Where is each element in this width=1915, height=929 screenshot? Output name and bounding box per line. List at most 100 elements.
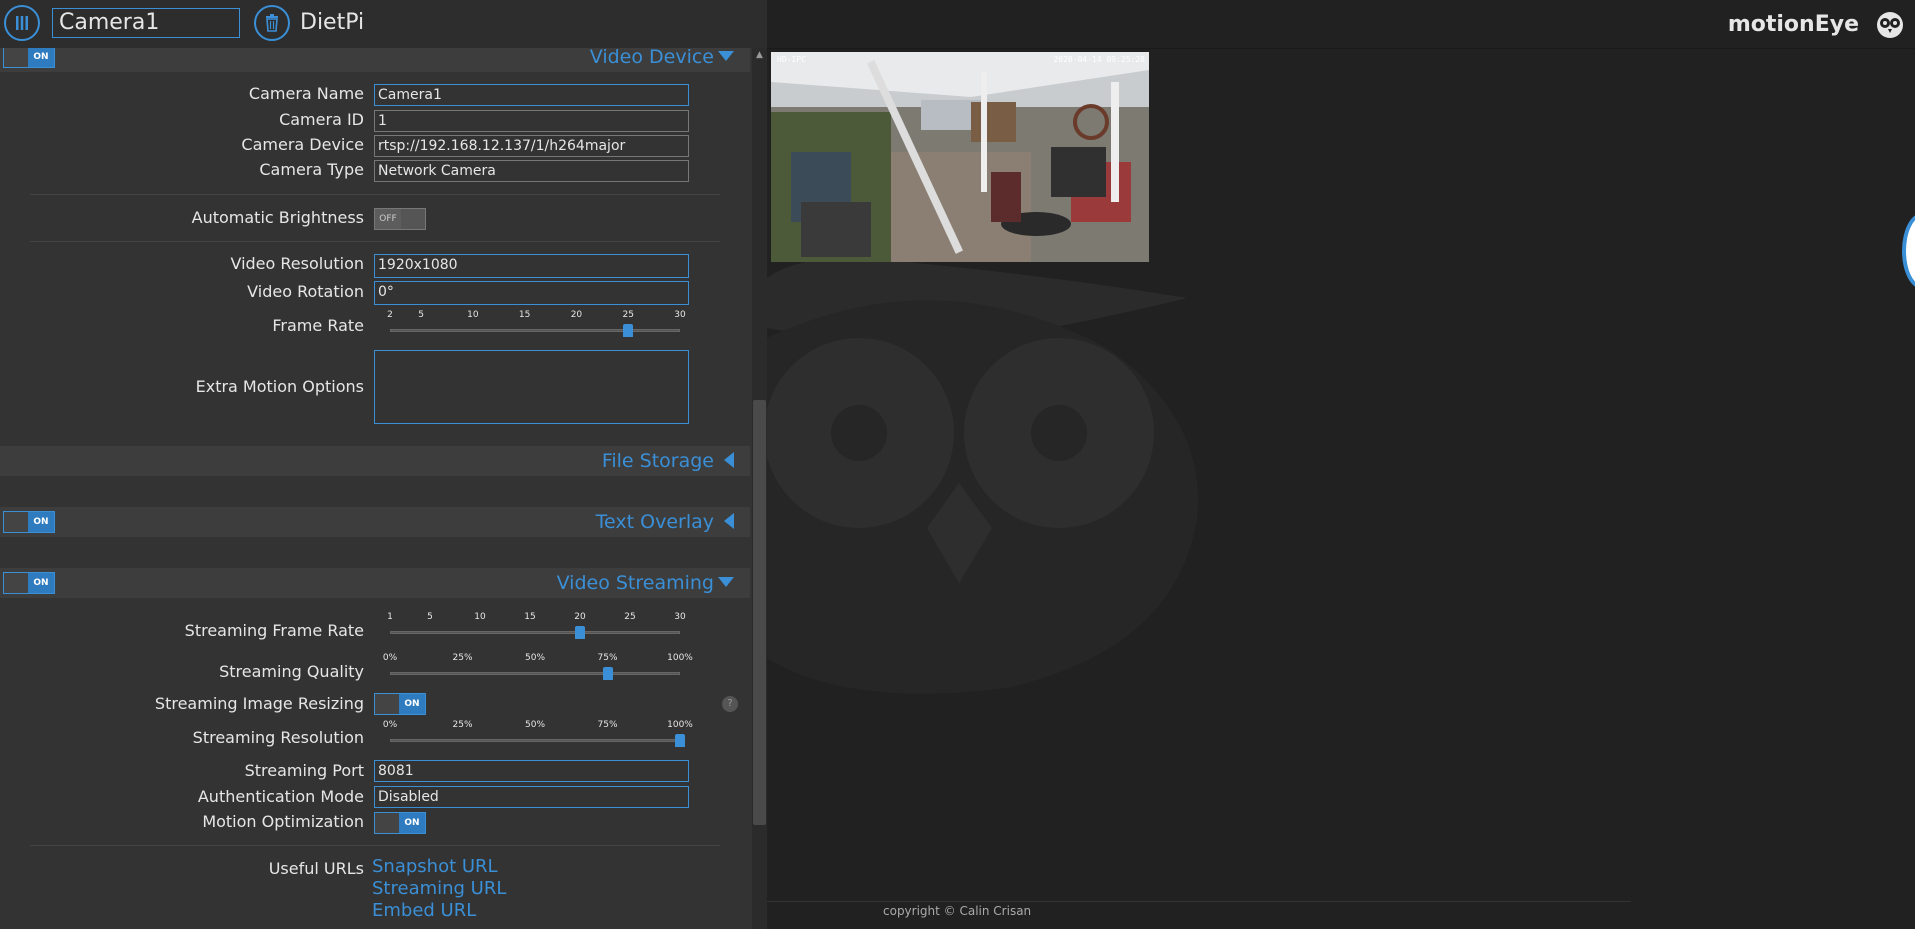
toggle-off-label: OFF <box>375 209 401 229</box>
slider-tick-label: 50% <box>524 653 546 663</box>
camera-device-field: rtsp://192.168.12.137/1/h264major <box>374 135 689 157</box>
chevron-down-icon <box>718 577 734 587</box>
video-resolution-label: Video Resolution <box>230 254 364 273</box>
snapshot-url-link[interactable]: Snapshot URL <box>372 856 498 877</box>
slider-track[interactable] <box>390 739 680 742</box>
chevron-left-icon <box>724 452 734 468</box>
footer-divider <box>767 901 1631 902</box>
slider-tick-label: 10 <box>474 612 486 622</box>
streaming-quality-slider[interactable]: 0% 25% 50% 75% 100% <box>383 653 693 683</box>
camera-id-field: 1 <box>374 110 689 132</box>
slider-tick-label: 10 <box>467 310 479 320</box>
embed-url-link[interactable]: Embed URL <box>372 900 476 921</box>
preview-overlay-left: HD-IPC <box>777 55 806 64</box>
slider-tick-label: 100% <box>667 720 693 730</box>
scrollbar-thumb[interactable] <box>753 400 766 825</box>
streaming-resolution-label: Streaming Resolution <box>192 728 364 747</box>
streaming-url-link[interactable]: Streaming URL <box>372 878 506 899</box>
copyright: copyright © Calin Crisan <box>883 904 1032 918</box>
slider-tick-label: 30 <box>674 310 686 320</box>
slider-tick-label: 5 <box>418 310 424 320</box>
streaming-resolution-slider[interactable]: 0% 25% 50% 75% 100% <box>383 720 693 750</box>
slider-tick-label: 15 <box>524 612 536 622</box>
toggle-on-label: ON <box>28 512 54 532</box>
toggle-on-label: ON <box>399 694 425 714</box>
toggle-on-label: ON <box>28 48 54 67</box>
video-streaming-title: Video Streaming <box>556 572 714 594</box>
auth-mode-select[interactable]: Disabled <box>374 786 689 808</box>
camera-type-label: Camera Type <box>259 160 364 179</box>
slider-tick-label: 20 <box>570 310 583 320</box>
camera-id-label: Camera ID <box>279 110 364 129</box>
owl-logo-icon <box>1877 12 1903 38</box>
chevron-down-icon <box>718 51 734 61</box>
toggle-on-label: ON <box>28 573 54 593</box>
camera-type-field: Network Camera <box>374 160 689 182</box>
video-device-toggle[interactable]: ON <box>3 48 55 68</box>
slider-tick-label: 25 <box>624 612 636 622</box>
slider-track[interactable] <box>390 631 680 634</box>
file-storage-header[interactable]: File Storage <box>0 446 750 476</box>
file-storage-title: File Storage <box>601 450 714 472</box>
slider-tick-label: 0% <box>382 653 398 663</box>
streaming-frame-rate-slider[interactable]: 1 5 10 15 20 25 30 <box>387 612 686 642</box>
video-rotation-select[interactable]: 0° <box>374 281 689 305</box>
camera-select[interactable]: Camera1 <box>52 8 240 38</box>
remove-camera-button[interactable] <box>254 5 290 41</box>
edge-bubble-icon <box>1902 213 1915 289</box>
slider-ticks: 0% 25% 50% 75% 100% <box>383 720 693 732</box>
camera-name-field[interactable]: Camera1 <box>374 84 689 106</box>
edge-bubble[interactable] <box>1902 213 1915 289</box>
slider-track[interactable] <box>390 329 680 332</box>
camera-device-label: Camera Device <box>241 135 364 154</box>
divider <box>30 241 720 242</box>
video-streaming-header[interactable]: ON Video Streaming <box>0 568 750 598</box>
slider-tick-label: 75% <box>597 720 618 730</box>
slider-tick-label: 2 <box>387 310 393 320</box>
motion-optimization-label: Motion Optimization <box>202 812 364 831</box>
slider-tick-label: 1 <box>387 612 393 622</box>
menu-button[interactable] <box>4 5 40 41</box>
slider-tick-label: 25% <box>452 653 473 663</box>
slider-handle[interactable] <box>623 324 634 337</box>
scroll-up-icon[interactable]: ▲ <box>752 50 767 62</box>
video-resolution-select[interactable]: 1920x1080 <box>374 254 689 278</box>
toggle-on-label: ON <box>399 813 425 833</box>
slider-tick-label: 100% <box>667 653 693 663</box>
video-device-header[interactable]: ON Video Device <box>0 48 750 72</box>
video-streaming-toggle[interactable]: ON <box>3 572 55 594</box>
text-overlay-header[interactable]: ON Text Overlay <box>0 507 750 537</box>
auto-brightness-label: Automatic Brightness <box>191 208 364 227</box>
streaming-resizing-toggle[interactable]: ON <box>374 693 426 715</box>
menu-icon <box>16 16 28 30</box>
video-rotation-label: Video Rotation <box>247 282 364 301</box>
settings-panel: ON Video Device Camera Name Camera1 Came… <box>0 48 752 929</box>
streaming-port-field[interactable]: 8081 <box>374 760 689 782</box>
auth-mode-label: Authentication Mode <box>197 787 364 806</box>
slider-handle[interactable] <box>675 734 685 747</box>
slider-tick-label: 5 <box>427 612 433 622</box>
camera-image <box>771 52 1149 262</box>
camera-preview[interactable]: HD-IPC 2020-04-14 09:25:28 <box>771 52 1149 262</box>
slider-handle[interactable] <box>575 626 585 639</box>
slider-ticks: 0% 25% 50% 75% 100% <box>383 653 693 665</box>
slider-track[interactable] <box>390 672 680 675</box>
slider-ticks: 1 5 10 15 20 25 30 <box>387 612 686 624</box>
slider-ticks: 2 5 10 15 20 25 30 <box>387 310 686 322</box>
video-device-title: Video Device <box>589 48 714 68</box>
motion-optimization-toggle[interactable]: ON <box>374 812 426 834</box>
divider <box>30 845 720 846</box>
slider-tick-label: 25% <box>452 720 473 730</box>
divider <box>30 194 720 195</box>
help-icon[interactable]: ? <box>722 696 738 712</box>
slider-handle[interactable] <box>602 667 613 680</box>
auto-brightness-toggle[interactable]: OFF <box>374 208 426 230</box>
host-name: DietPi <box>300 10 365 35</box>
slider-tick-label: 25 <box>622 310 634 320</box>
frame-rate-slider[interactable]: 2 5 10 15 20 25 30 <box>387 310 686 340</box>
extra-motion-textarea[interactable] <box>374 350 689 424</box>
preview-overlay-right: 2020-04-14 09:25:28 <box>1053 55 1145 64</box>
text-overlay-toggle[interactable]: ON <box>3 511 55 533</box>
slider-tick-label: 0% <box>382 720 398 730</box>
frame-rate-label: Frame Rate <box>272 316 364 335</box>
